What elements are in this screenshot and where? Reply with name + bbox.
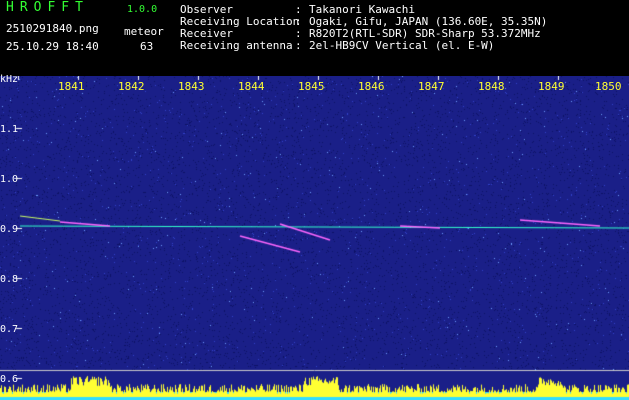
date-time: 25.10.29 18:40 [6, 40, 99, 53]
meteor-count: 63 [140, 40, 154, 53]
info-antenna: Receiving antenna:2el-HB9CV Vertical (el… [180, 39, 495, 52]
spectrogram [0, 76, 629, 400]
y-tick-0-8: 0.8 [0, 274, 19, 285]
x-tick-1848: 1848 [478, 80, 505, 93]
x-tick-1844: 1844 [238, 80, 265, 93]
app-title: HROFFT [6, 0, 89, 15]
y-tick-0-7: 0.7 [0, 324, 19, 335]
app-version: 1.0.0 [127, 4, 158, 15]
x-tick-1849: 1849 [538, 80, 565, 93]
x-tick-1847: 1847 [418, 80, 445, 93]
x-tick-1841: 1841 [58, 80, 85, 93]
x-tick-1846: 1846 [358, 80, 385, 93]
x-tick-1843: 1843 [178, 80, 205, 93]
x-tick-1842: 1842 [118, 80, 145, 93]
x-tick-1850: 1850 [595, 80, 622, 93]
y-unit-label: kHz [0, 74, 19, 85]
meteor-label: meteor [124, 25, 164, 38]
x-tick-1845: 1845 [298, 80, 325, 93]
header-panel: HROFFT 1.0.0 2510291840.png meteor 25.10… [0, 0, 629, 76]
y-tick-1-0: 1.0 [0, 174, 19, 185]
y-tick-0-9: 0.9 [0, 224, 19, 235]
file-name: 2510291840.png [6, 22, 99, 35]
y-tick-0-6: 0.6 [0, 374, 19, 385]
y-tick-1-1: 1.1 [0, 124, 19, 135]
